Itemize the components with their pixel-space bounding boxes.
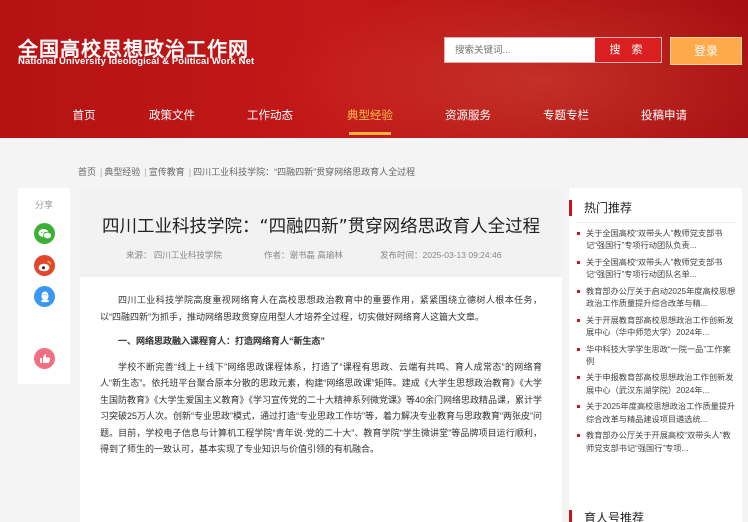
article-section-heading: 一、网络思政融入课程育人：打造网络育人“新生态” <box>118 336 326 346</box>
nav-item-topics[interactable]: 专题专栏 <box>543 106 589 126</box>
list-item[interactable]: 教育部办公厅关于启动2025年度高校思想政治工作质量提升综合改革与精... <box>577 286 737 311</box>
hot-recommend-list: 关于全国高校“双带头人”教师党支部书记“强国行”专项行动团队负责... 关于全国… <box>577 228 737 459</box>
breadcrumb-home[interactable]: 首页 <box>78 167 96 177</box>
breadcrumb-publicity[interactable]: 宣传教育 <box>149 167 185 177</box>
list-item[interactable]: 关于开展教育部高校思想政治工作创新发展中心（华中师范大学）2024年... <box>577 315 737 340</box>
article-paragraph: 四川工业科技学院高度重视网络育人在高校思想政治教育中的重要作用，紧紧围绕立德树人… <box>100 295 542 322</box>
article-panel: 四川工业科技学院：“四融四新”贯穿网络思政育人全过程 来源： 四川工业科技学院 作… <box>80 188 562 522</box>
nav-item-submit[interactable]: 投稿申请 <box>641 106 687 126</box>
account-recommend-title: 育人号推荐 <box>569 510 644 522</box>
hot-recommend-title: 热门推荐 <box>569 200 632 216</box>
nav-item-news[interactable]: 工作动态 <box>247 106 293 126</box>
list-item[interactable]: 关于2025年度高校思想政治工作质量提升综合改革与精品建设项目遴选统... <box>577 401 737 426</box>
qq-icon[interactable] <box>34 286 55 307</box>
article-title: 四川工业科技学院：“四融四新”贯穿网络思政育人全过程 <box>102 217 541 237</box>
article-published: 发布时间：2025-03-13 09:24:46 <box>380 250 502 260</box>
list-item[interactable]: 关于申报教育部高校思想政治工作创新发展中心（武汉东湖学院）2024年... <box>577 372 737 397</box>
share-label: 分享 <box>34 200 53 210</box>
sidebar-divider <box>577 222 735 223</box>
site-header: 全国高校思想政治工作网 National University Ideologi… <box>0 0 748 138</box>
article-meta: 来源： 四川工业科技学院 作者：谢书磊 高瑜林 发布时间：2025-03-13 09… <box>126 249 501 261</box>
breadcrumb-current: 四川工业科技学院：“四融四新”贯穿网络思政育人全过程 <box>193 167 416 177</box>
like-icon[interactable] <box>34 348 55 369</box>
breadcrumb-cases[interactable]: 典型经验 <box>104 167 140 177</box>
nav-item-cases[interactable]: 典型经验 <box>347 106 393 126</box>
nav-item-resources[interactable]: 资源服务 <box>445 106 491 126</box>
wechat-icon[interactable] <box>34 223 55 244</box>
list-item[interactable]: 教育部办公厅关于开展高校“双带头人”教师党支部书记“强国行”专项... <box>577 430 737 455</box>
article-header: 四川工业科技学院：“四融四新”贯穿网络思政育人全过程 来源： 四川工业科技学院 作… <box>80 188 562 277</box>
list-item[interactable]: 华中科技大学学生思政“一院一品”工作案例 <box>577 344 737 369</box>
breadcrumb: 首页 | 典型经验 | 宣传教育 | 四川工业科技学院：“四融四新”贯穿网络思政育人全过程 <box>78 167 416 177</box>
nav-active-indicator <box>349 132 391 135</box>
nav-item-home[interactable]: 首页 <box>73 106 96 126</box>
search-input[interactable] <box>445 38 595 62</box>
search-box: 搜 索 <box>444 37 662 63</box>
sidebar: 热门推荐 关于全国高校“双带头人”教师党支部书记“强国行”专项行动团队负责...… <box>569 188 742 522</box>
list-item[interactable]: 关于全国高校“双带头人”教师党支部书记“强国行”专项行动团队负责... <box>577 228 737 253</box>
nav-item-policy[interactable]: 政策文件 <box>149 106 195 126</box>
article-paragraph: 学校不断完善“线上＋线下”网络思政课程体系，打造了“课程有思政、云端有共鸣、育人… <box>100 361 543 455</box>
share-panel: 分享 <box>18 188 70 384</box>
login-button[interactable]: 登录 <box>670 37 742 65</box>
main-nav: 首页 政策文件 工作动态 典型经验 资源服务 专题专栏 投稿申请 <box>0 106 748 128</box>
article-source: 来源： 四川工业科技学院 <box>126 250 222 260</box>
article-body: 四川工业科技学院高度重视网络育人在高校思想政治教育中的重要作用，紧紧围绕立德树人… <box>100 292 542 466</box>
search-button[interactable]: 搜 索 <box>595 38 661 62</box>
weibo-icon[interactable] <box>34 255 55 276</box>
article-author: 作者：谢书磊 高瑜林 <box>264 250 343 260</box>
list-item[interactable]: 关于全国高校“双带头人”教师党支部书记“强国行”专项行动团队名单... <box>577 257 737 282</box>
site-logo-subtitle: National University Ideological & Politi… <box>18 56 255 67</box>
